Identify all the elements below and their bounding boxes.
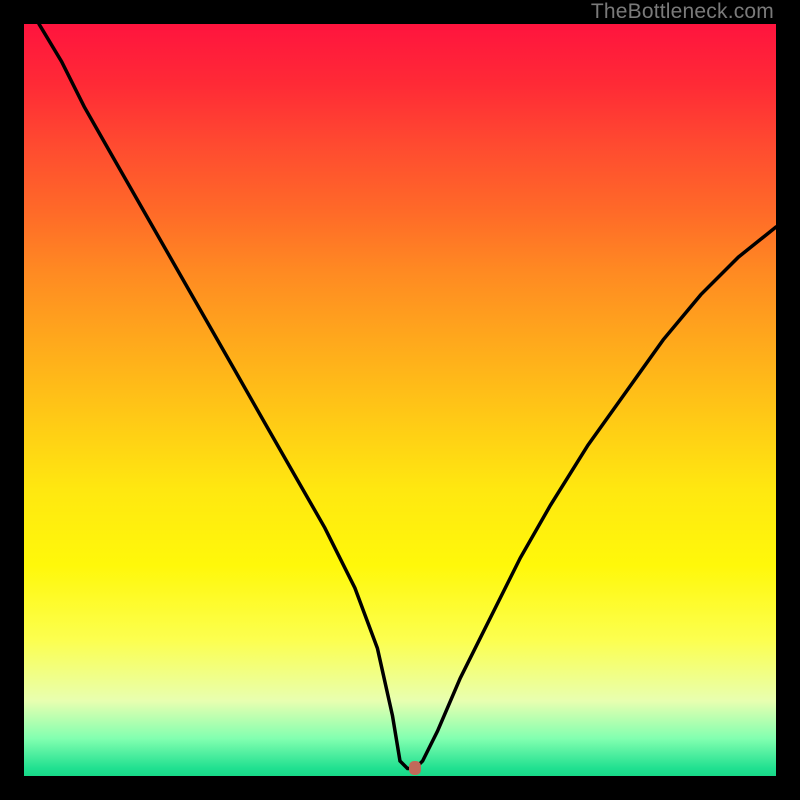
optimal-point-marker [409, 761, 421, 775]
watermark-text: TheBottleneck.com [591, 0, 774, 24]
chart-plot-area [24, 24, 776, 776]
bottleneck-curve [24, 24, 776, 776]
